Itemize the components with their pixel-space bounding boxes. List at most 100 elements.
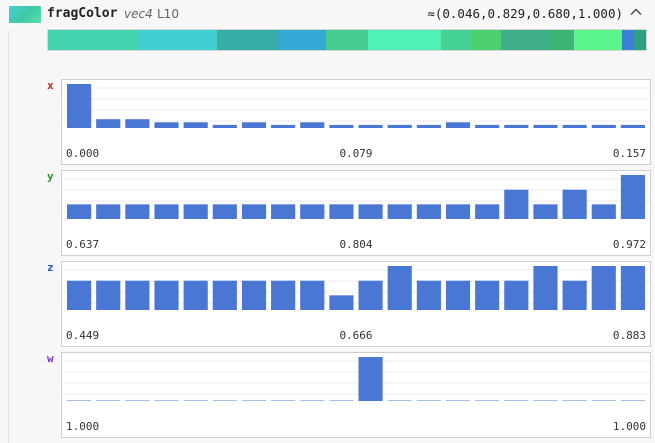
histogram-bar bbox=[562, 280, 587, 310]
histogram-bar bbox=[591, 204, 616, 219]
axis-tick-mid: 0.079 bbox=[339, 147, 373, 160]
histogram-bar bbox=[620, 175, 645, 219]
variable-type: vec4 bbox=[124, 7, 153, 21]
axis-tick-mid: 0.804 bbox=[339, 238, 373, 251]
histogram-bar bbox=[475, 124, 500, 128]
histogram-bar bbox=[67, 280, 92, 310]
histogram-bar-empty bbox=[620, 400, 645, 401]
histogram-bar-empty bbox=[154, 400, 179, 401]
histogram-bar bbox=[154, 280, 179, 310]
histogram-bar bbox=[67, 84, 92, 128]
histogram-bar bbox=[358, 357, 383, 401]
histogram-bar bbox=[445, 280, 471, 310]
histogram-bar bbox=[562, 189, 587, 219]
histogram-bar bbox=[241, 280, 267, 310]
histogram-bar-empty bbox=[329, 400, 354, 401]
stripe-segment bbox=[277, 30, 326, 50]
axis-tick-max: 0.972 bbox=[612, 238, 646, 251]
histogram-bar bbox=[300, 122, 325, 128]
histogram-bar-empty bbox=[533, 400, 558, 401]
histogram-bar bbox=[271, 124, 296, 128]
histogram-bar bbox=[154, 122, 179, 128]
histogram-bar bbox=[96, 119, 121, 128]
histogram-bar bbox=[241, 122, 267, 128]
color-swatch bbox=[9, 6, 41, 23]
histogram-bar bbox=[271, 280, 296, 310]
histogram-bar bbox=[533, 124, 558, 128]
histogram-panel-z: 0.449 0.666 0.883 bbox=[61, 261, 651, 347]
chevron-up-icon[interactable] bbox=[629, 5, 643, 19]
axis-tick-max: 0.883 bbox=[612, 329, 646, 342]
axis-tick-min: 0.449 bbox=[66, 329, 100, 342]
histogram-bar-empty bbox=[300, 400, 325, 401]
histogram-bar bbox=[533, 204, 558, 219]
histogram-bar bbox=[591, 266, 616, 310]
component-label-w: w bbox=[47, 352, 54, 365]
histogram-bar-empty bbox=[241, 400, 267, 401]
histogram-bar bbox=[300, 204, 325, 219]
stripe-segment bbox=[573, 30, 622, 50]
axis-tick-mid: 0.666 bbox=[339, 329, 373, 342]
histogram-bar bbox=[504, 280, 529, 310]
histogram-bar bbox=[387, 124, 412, 128]
histogram-bar bbox=[212, 124, 237, 128]
histogram-bar bbox=[271, 204, 296, 219]
histogram-bar bbox=[475, 204, 500, 219]
histogram-bar bbox=[329, 124, 354, 128]
histogram-bar bbox=[416, 124, 441, 128]
stripe-segment bbox=[138, 30, 218, 50]
histogram-panel-x: 0.000 0.079 0.157 bbox=[61, 79, 651, 165]
stripe-segment bbox=[470, 30, 502, 50]
histogram-bar bbox=[96, 280, 121, 310]
histogram-bar bbox=[620, 124, 645, 128]
histogram-panel-y: 0.637 0.804 0.972 bbox=[61, 170, 651, 256]
histogram-bar bbox=[562, 124, 587, 128]
histogram-bar bbox=[183, 204, 208, 219]
histogram-bar bbox=[475, 280, 500, 310]
axis-tick-max: 0.157 bbox=[612, 147, 646, 160]
stripe-segment bbox=[440, 30, 471, 50]
histogram-bar bbox=[504, 124, 529, 128]
histogram-bar bbox=[358, 204, 383, 219]
histogram-bar bbox=[212, 280, 237, 310]
color-distribution-stripe bbox=[47, 29, 647, 51]
histogram-bar bbox=[445, 122, 471, 128]
histogram-bar-empty bbox=[183, 400, 208, 401]
axis-tick-min: 0.000 bbox=[66, 147, 100, 160]
histogram-bar bbox=[387, 204, 412, 219]
histogram-bar bbox=[154, 204, 179, 219]
histogram-plot bbox=[62, 357, 650, 401]
histogram-bar bbox=[183, 280, 208, 310]
stripe-segment bbox=[217, 30, 278, 50]
histogram-bar-empty bbox=[125, 400, 150, 401]
stripe-segment bbox=[368, 30, 441, 50]
histogram-bar-empty bbox=[67, 400, 92, 401]
histogram-bar bbox=[358, 124, 383, 128]
histogram-bar bbox=[329, 295, 354, 310]
stripe-segment bbox=[501, 30, 550, 50]
histogram-bar bbox=[183, 122, 208, 128]
histogram-bar bbox=[504, 189, 529, 219]
stripe-segment bbox=[549, 30, 574, 50]
histogram-bar bbox=[358, 280, 383, 310]
axis-tick-min: 1.000 bbox=[66, 420, 100, 433]
variable-name: fragColor bbox=[47, 6, 118, 21]
source-line: L10 bbox=[157, 7, 179, 21]
histogram-bar bbox=[591, 124, 616, 128]
histogram-bar bbox=[241, 204, 267, 219]
component-label-x: x bbox=[47, 79, 54, 92]
component-label-z: z bbox=[47, 261, 54, 274]
variable-value: ≈(0.046,0.829,0.680,1.000) bbox=[427, 6, 623, 21]
histogram-bar-empty bbox=[562, 400, 587, 401]
histogram-bar-empty bbox=[504, 400, 529, 401]
histogram-bar bbox=[125, 204, 150, 219]
histogram-bar bbox=[67, 204, 92, 219]
axis-tick-max: 1.000 bbox=[612, 420, 646, 433]
histogram-bar bbox=[125, 280, 150, 310]
histogram-bar-empty bbox=[475, 400, 500, 401]
histogram-bar-empty bbox=[212, 400, 237, 401]
stripe-segment bbox=[633, 30, 646, 50]
histogram-bar bbox=[416, 204, 441, 219]
histogram-bar bbox=[416, 280, 441, 310]
histogram-bar-empty bbox=[387, 400, 412, 401]
